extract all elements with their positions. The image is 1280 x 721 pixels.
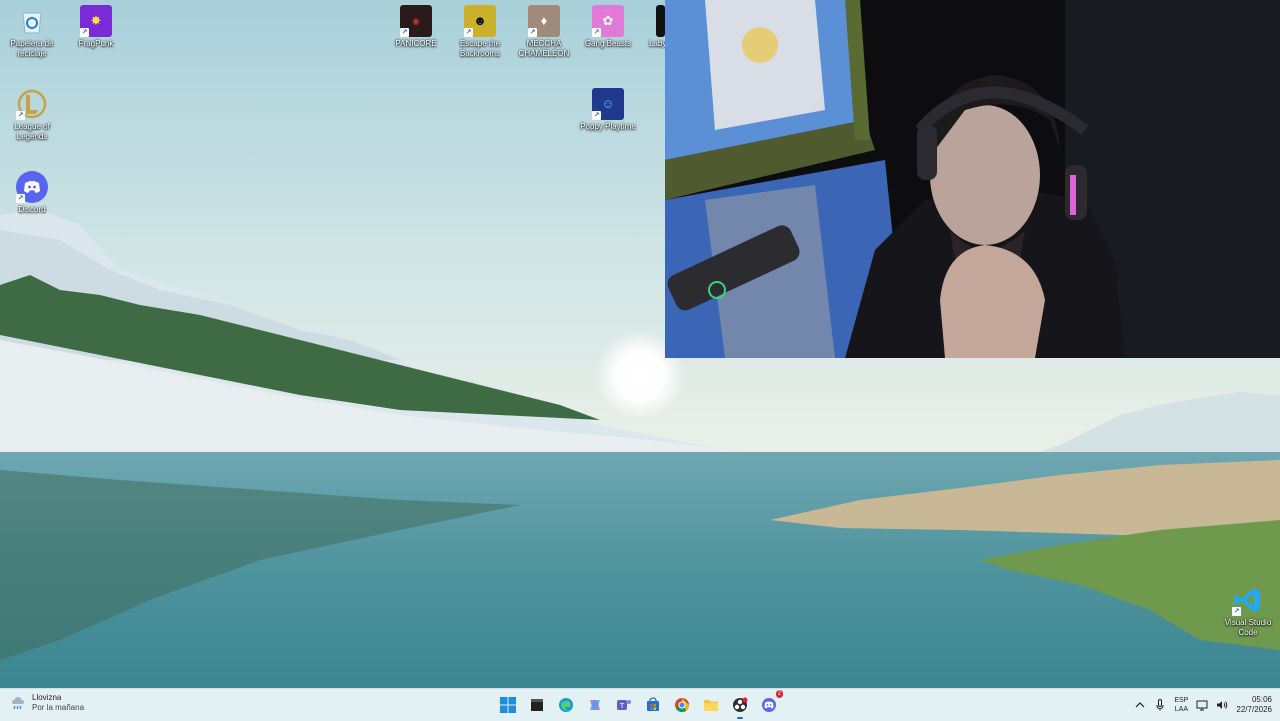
start-button[interactable] [496,693,520,717]
terminal-icon [531,699,543,711]
discord-icon: ↗ [16,171,48,203]
edge-button[interactable] [554,693,578,717]
weather-subtitle: Por la mañana [32,703,85,712]
store-button[interactable] [641,693,665,717]
language-indicator[interactable]: ESP LAA [1174,696,1188,714]
desktop-icon-poppy-playtime[interactable]: ☺ ↗ Poppy Playtime [576,88,640,132]
panicore-icon: ◉ ↗ [400,5,432,37]
windows-start-icon [500,697,516,713]
desktop-icon-label: Gang Beasts [584,39,632,48]
desktop-icon-panicore[interactable]: ◉ ↗ PANICORE [384,5,448,49]
system-tray: ESP LAA 05:06 22/7/2026 [1134,689,1272,721]
clock-time: 05:06 [1251,695,1272,704]
desktop-icon-label: Escape the Backrooms [459,39,501,58]
terminal-button[interactable] [525,693,549,717]
escape-backrooms-icon: ☻ ↗ [464,5,496,37]
fragpunk-icon: ✸ ↗ [80,5,112,37]
desktop-icon-label: PANICORE [395,39,437,48]
desktop-icon-label: Visual Studio Code [1224,618,1272,637]
copilot-button[interactable] [583,693,607,717]
volume-icon[interactable] [1216,699,1228,711]
desktop-icon-label: Discord [18,205,46,214]
desktop-icon-label: Poppy Playtime [580,122,636,131]
recycle-bin-icon [16,5,48,37]
chevron-up-icon[interactable] [1134,699,1146,711]
clock[interactable]: 05:06 22/7/2026 [1236,695,1272,715]
taskbar-apps: T 2 [496,690,783,719]
store-icon [647,697,659,711]
desktop-icon-label: League of Legends [14,122,50,141]
vscode-icon: ↗ [1232,584,1264,616]
gang-beasts-icon: ✿ ↗ [592,5,624,37]
desktop-icon-fragpunk[interactable]: ✸ ↗ FragPunk [64,5,128,49]
desktop-icon-escape-the-backrooms[interactable]: ☻ ↗ Escape the Backrooms [448,5,512,59]
obs-button[interactable] [728,693,752,719]
desktop-icon-label: FragPunk [78,39,114,48]
desktop-icon-laby[interactable]: Laby [632,5,665,49]
obs-icon [733,697,748,712]
teams-icon: T [617,700,631,710]
webcam-overlay [665,0,1280,358]
network-icon[interactable] [1196,699,1208,711]
desktop-icon-gang-beasts[interactable]: ✿ ↗ Gang Beasts [576,5,640,49]
drizzle-icon [10,695,26,711]
weather-widget[interactable]: Llovizna Por la mañana [10,693,84,713]
keyboard-layout: LAA [1174,706,1189,713]
desktop-icon-recycle-bin[interactable]: Papelera de reciclaje [0,5,64,59]
discord-taskbar-button[interactable]: 2 [757,690,783,717]
notification-badge: 2 [775,690,783,698]
laby-icon [656,5,665,37]
desktop-icon-meccha-chameleon[interactable]: ♦ ↗ MECCHA CHAMELEON [512,5,576,59]
chrome-icon [675,698,690,713]
file-explorer-button[interactable] [699,693,723,717]
discord-icon [762,698,776,712]
microphone-icon[interactable] [1154,699,1166,711]
weather-title: Llovizna [32,693,62,702]
desktop-icon-visual-studio-code[interactable]: ↗ Visual Studio Code [1216,584,1280,638]
desktop-icon-label: Papelera de reciclaje [10,39,54,58]
edge-icon [559,698,573,712]
teams-button[interactable]: T [612,693,636,717]
taskbar: Llovizna Por la mañana T 2 ESP LAA 05:06… [0,688,1280,721]
desktop-icon-discord[interactable]: ↗ Discord [0,171,64,215]
copilot-icon [590,700,600,710]
meccha-chameleon-icon: ♦ ↗ [528,5,560,37]
desktop-icon-label: Laby [649,39,665,48]
poppy-playtime-icon: ☺ ↗ [592,88,624,120]
league-of-legends-icon: ↗ [16,88,48,120]
svg-text:T: T [620,703,625,710]
language-code: ESP [1174,697,1189,704]
desktop-icon-league-of-legends[interactable]: ↗ League of Legends [0,88,64,142]
folder-icon [704,700,718,711]
clock-date: 22/7/2026 [1236,705,1272,714]
desktop-icon-label: MECCHA CHAMELEON [518,39,570,58]
chrome-button[interactable] [670,693,694,717]
webcam-feed [665,0,1280,358]
